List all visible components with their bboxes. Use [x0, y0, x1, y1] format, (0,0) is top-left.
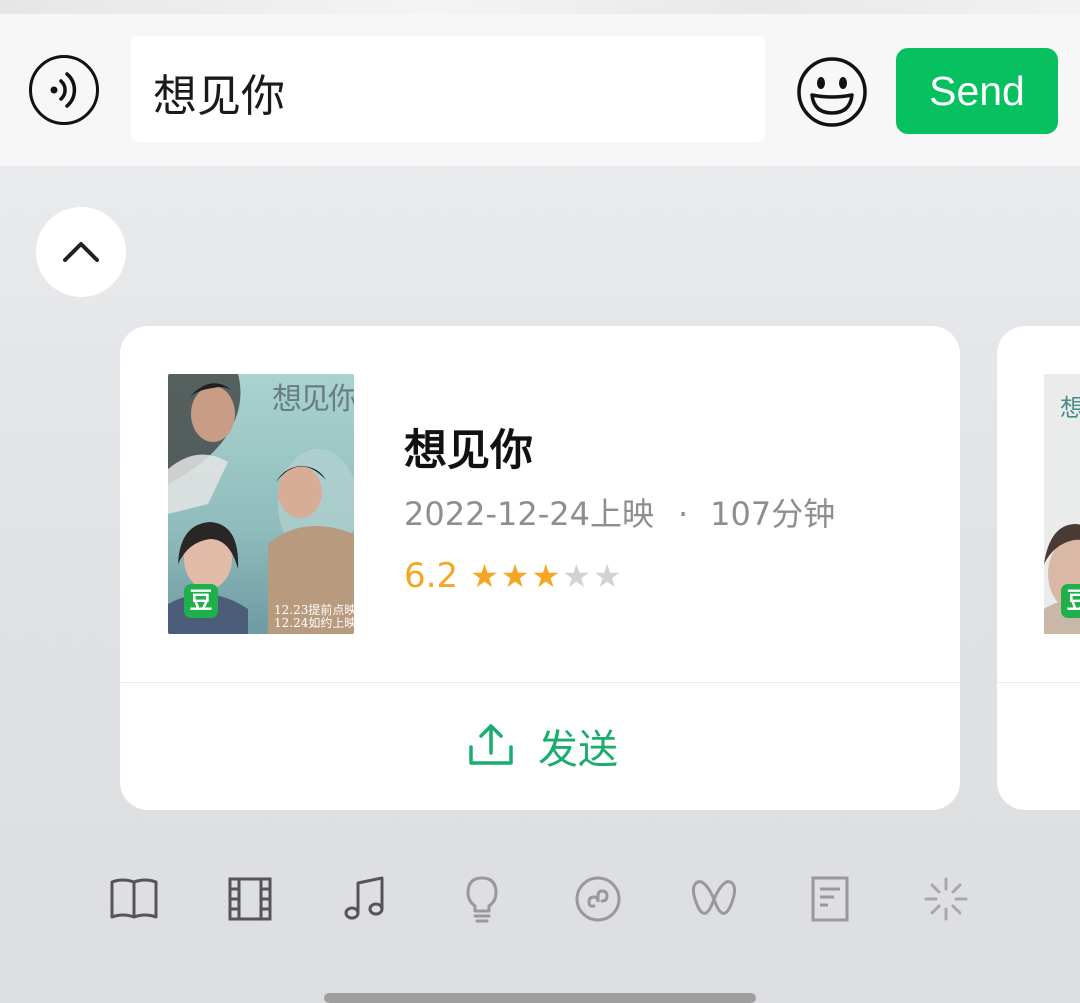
meta-separator: · [677, 495, 689, 533]
share-upload-icon [469, 724, 513, 765]
poster-date-text: 12.23提前点映 12.24如约上映 [274, 604, 354, 630]
chevron-up-icon [63, 242, 99, 262]
next-douban-badge: 豆 [1061, 584, 1080, 618]
emoji-icon [797, 57, 867, 127]
lightbulb-icon [466, 876, 498, 923]
movie-poster: 想见你 豆 12.23提前点映 12.24如约上映 [168, 374, 354, 634]
next-movie-poster: 想你 豆 [1044, 374, 1080, 634]
music-button[interactable] [338, 873, 390, 925]
star-empty-icon: ★ [562, 557, 591, 595]
release-date: 2022-12-24上映 [404, 495, 654, 533]
douban-badge: 豆 [184, 584, 218, 618]
poster-date-line-2: 12.24如约上映 [274, 616, 354, 630]
book-button[interactable] [108, 873, 160, 925]
film-button[interactable] [224, 873, 276, 925]
send-movie-label: 发送 [538, 727, 618, 773]
message-input-text: 想见你 [153, 71, 285, 122]
star-empty-icon: ★ [592, 557, 622, 595]
voice-input-button[interactable] [29, 55, 99, 125]
film-icon [228, 877, 272, 921]
home-indicator [324, 993, 756, 1003]
emoji-button[interactable] [795, 55, 869, 129]
chat-input-bar: 想见你 Send [0, 14, 1080, 166]
loading-spinner-icon [924, 877, 968, 921]
send-movie-button[interactable]: 发送 [120, 683, 960, 810]
voice-input-icon [50, 72, 77, 108]
star-filled-icon: ★ [470, 557, 499, 595]
next-poster-title-art: 想你 [1060, 394, 1080, 422]
book-icon [110, 878, 158, 919]
mini-program-icon [575, 876, 621, 922]
idea-button[interactable] [456, 873, 508, 925]
more-loading-indicator [920, 873, 972, 925]
next-movie-card[interactable]: 想你 豆 [997, 326, 1080, 810]
movie-card[interactable]: 想见你 豆 12.23提前点映 12.24如约上映 想见你 2022-12-24… [120, 326, 960, 810]
rating-row: 6.2 ★★★★★ [404, 556, 624, 596]
channels-icon [691, 880, 737, 915]
poster-title-art: 想见你 [272, 382, 354, 417]
message-input[interactable]: 想见你 [131, 36, 765, 142]
star-filled-icon: ★ [500, 557, 530, 595]
mini-program-button[interactable] [572, 873, 624, 925]
star-filled-icon: ★ [531, 557, 561, 595]
rating-value: 6.2 [404, 556, 459, 596]
channels-button[interactable] [688, 873, 740, 925]
send-button[interactable]: Send [896, 48, 1058, 134]
movie-title: 想见你 [404, 426, 533, 476]
movie-meta: 2022-12-24上映 · 107分钟 [404, 489, 835, 535]
duration: 107分钟 [710, 495, 836, 533]
music-icon [344, 876, 384, 920]
next-card-divider [997, 682, 1080, 683]
collapse-panel-button[interactable] [36, 207, 126, 297]
article-icon [811, 876, 849, 922]
star-rating: ★★★★★ [470, 557, 623, 595]
article-button[interactable] [804, 873, 856, 925]
top-status-strip [0, 0, 1080, 15]
